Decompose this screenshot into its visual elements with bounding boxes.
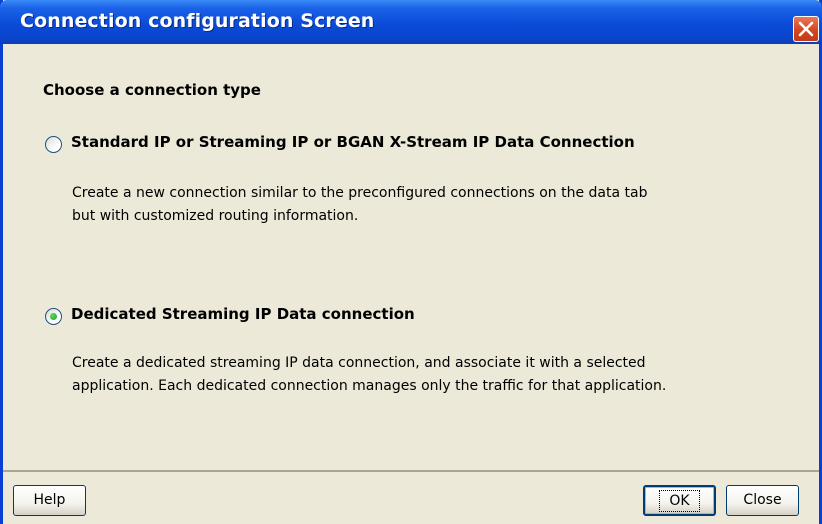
- button-area-divider: [3, 470, 819, 472]
- close-button[interactable]: Close: [726, 485, 799, 516]
- window-title: Connection configuration Screen: [20, 10, 375, 32]
- section-heading: Choose a connection type: [43, 81, 261, 99]
- help-button[interactable]: Help: [13, 485, 86, 516]
- option-dedicated-streaming-label[interactable]: Dedicated Streaming IP Data connection: [71, 305, 415, 323]
- title-bar[interactable]: Connection configuration Screen: [0, 0, 822, 44]
- ok-button-label: OK: [659, 490, 700, 512]
- description-line: Create a new connection similar to the p…: [72, 185, 648, 201]
- description-line: Create a dedicated streaming IP data con…: [72, 355, 646, 371]
- dialog-content: Choose a connection type Standard IP or …: [3, 44, 819, 480]
- radio-standard-ip[interactable]: [45, 136, 62, 153]
- close-window-button[interactable]: [793, 16, 819, 42]
- option-standard-ip-description: Create a new connection similar to the p…: [72, 182, 647, 228]
- close-x-icon: [798, 21, 814, 37]
- radio-selected-dot: [50, 313, 57, 320]
- dialog-window: Connection configuration Screen Choose a…: [0, 0, 822, 524]
- radio-dedicated-streaming[interactable]: [45, 308, 62, 325]
- description-line: but with customized routing information.: [72, 208, 359, 224]
- ok-button[interactable]: OK: [643, 485, 716, 516]
- description-line: application. Each dedicated connection m…: [72, 378, 667, 394]
- option-dedicated-streaming-description: Create a dedicated streaming IP data con…: [72, 352, 666, 398]
- option-standard-ip-label[interactable]: Standard IP or Streaming IP or BGAN X-St…: [71, 133, 635, 151]
